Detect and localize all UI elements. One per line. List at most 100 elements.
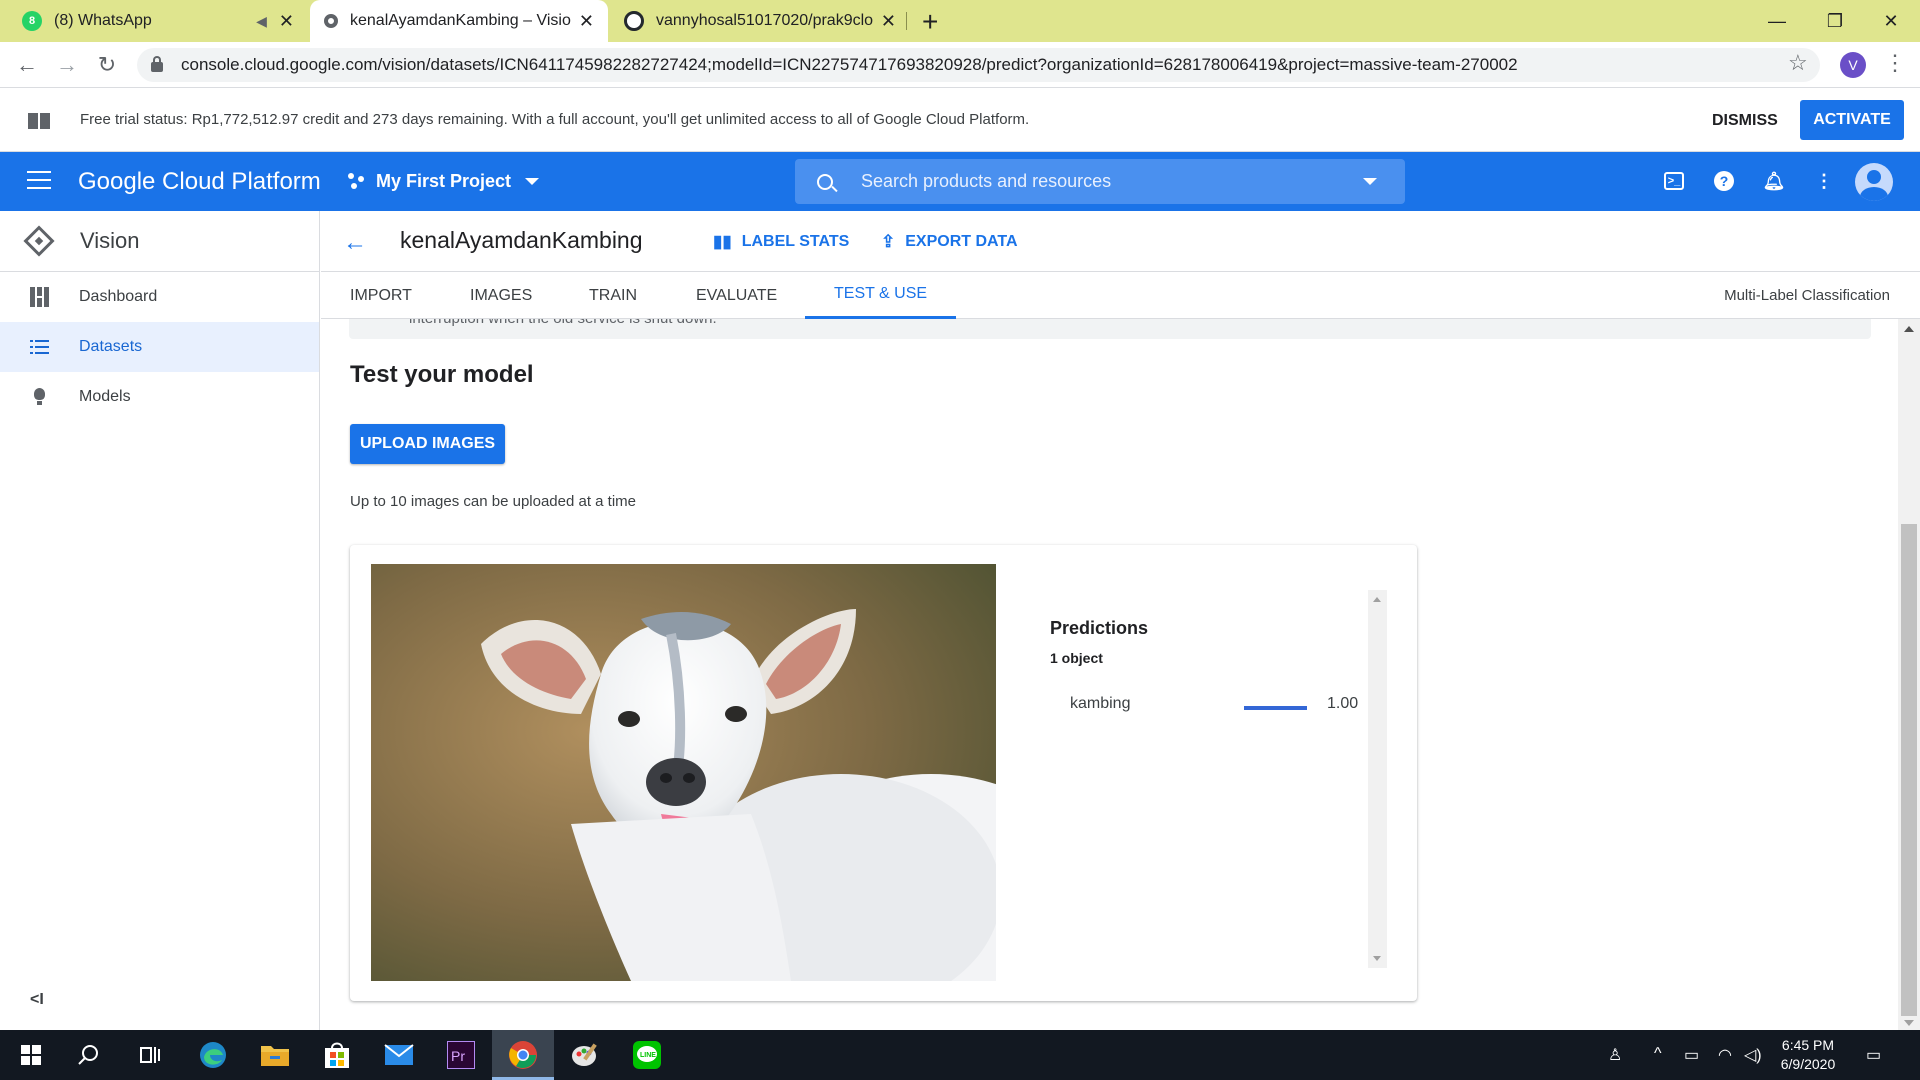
back-arrow-icon[interactable]: ← xyxy=(343,229,367,257)
line-app-icon[interactable]: LINE xyxy=(616,1030,678,1080)
browser-toolbar: ← → ↻ console.cloud.google.com/vision/da… xyxy=(0,42,1920,88)
chrome-menu-icon[interactable]: ⋮ xyxy=(1884,50,1906,76)
predictions-scrollbar[interactable] xyxy=(1368,590,1387,968)
activate-button[interactable]: ACTIVATE xyxy=(1800,100,1904,140)
close-tab-icon[interactable]: ✕ xyxy=(881,11,896,32)
help-icon[interactable]: ? xyxy=(1712,169,1736,193)
close-tab-icon[interactable]: ✕ xyxy=(279,11,294,32)
whatsapp-icon: 8 xyxy=(22,11,42,31)
task-view-icon[interactable] xyxy=(118,1030,180,1080)
bar-chart-icon: ▮▮ xyxy=(713,232,732,251)
sidebar-item-dashboard[interactable]: Dashboard xyxy=(0,272,319,322)
svg-text:Pr: Pr xyxy=(451,1048,465,1064)
prediction-score: 1.00 xyxy=(1327,695,1359,712)
tab-github[interactable]: vannyhosal51017020/prak9cloud ✕ xyxy=(610,0,910,42)
project-icon xyxy=(348,172,366,191)
model-type-label: Multi-Label Classification xyxy=(1724,287,1890,304)
main-content: ← kenalAyamdanKambing ▮▮ LABEL STATS ⇪ E… xyxy=(321,211,1920,1030)
action-center-icon[interactable]: ▭ xyxy=(1866,1045,1881,1065)
tab-train[interactable]: TRAIN xyxy=(589,272,637,319)
url-text: console.cloud.google.com/vision/datasets… xyxy=(181,55,1518,74)
premiere-pro-icon[interactable]: Pr xyxy=(430,1030,492,1080)
back-icon[interactable]: ← xyxy=(12,50,42,80)
sidebar-item-label: Dashboard xyxy=(79,288,158,305)
cloud-shell-icon[interactable]: >_ xyxy=(1662,169,1686,193)
list-icon xyxy=(30,337,50,357)
page-scrollbar[interactable] xyxy=(1898,319,1920,1030)
sidebar-item-datasets[interactable]: Datasets xyxy=(0,322,319,372)
label-stats-button[interactable]: ▮▮ LABEL STATS xyxy=(713,232,849,252)
gcp-settings-icon xyxy=(324,14,338,28)
chevron-down-icon[interactable] xyxy=(1363,178,1377,185)
more-options-icon[interactable]: ⋮ xyxy=(1812,169,1836,193)
windows-start-icon[interactable] xyxy=(0,1030,62,1080)
scroll-up-icon[interactable] xyxy=(1904,326,1914,332)
upload-icon: ⇪ xyxy=(881,232,896,251)
paint-icon[interactable] xyxy=(554,1030,616,1080)
gift-icon xyxy=(28,107,50,129)
export-data-button[interactable]: ⇪ EXPORT DATA xyxy=(881,232,1018,252)
export-data-label: EXPORT DATA xyxy=(905,233,1018,250)
gcp-header: Google Cloud Platform My First Project S… xyxy=(0,152,1920,211)
search-input[interactable]: Search products and resources xyxy=(861,171,1363,192)
clock-time: 6:45 PM xyxy=(1781,1037,1835,1053)
tab-whatsapp[interactable]: 8 (8) WhatsApp ◀︎ ✕ xyxy=(8,0,308,42)
scrollbar-thumb[interactable] xyxy=(1901,524,1917,1016)
wifi-icon[interactable]: ◠ xyxy=(1718,1045,1732,1065)
chevron-down-icon xyxy=(525,178,540,185)
hamburger-menu-icon[interactable] xyxy=(27,171,51,189)
upload-images-button[interactable]: UPLOAD IMAGES xyxy=(350,424,505,464)
tab-title: (8) WhatsApp xyxy=(54,12,152,29)
dismiss-button[interactable]: DISMISS xyxy=(1698,103,1792,139)
profile-avatar[interactable]: V xyxy=(1840,52,1866,78)
label-stats-label: LABEL STATS xyxy=(741,233,850,250)
tab-divider xyxy=(906,12,907,30)
close-tab-icon[interactable]: ✕ xyxy=(579,11,594,32)
address-bar[interactable]: console.cloud.google.com/vision/datasets… xyxy=(137,48,1820,82)
reload-icon[interactable]: ↻ xyxy=(92,50,122,80)
window-close-icon[interactable]: ✕ xyxy=(1862,0,1920,42)
file-explorer-icon[interactable] xyxy=(244,1030,306,1080)
sidebar-item-models[interactable]: Models xyxy=(0,372,319,422)
store-icon[interactable] xyxy=(306,1030,368,1080)
prediction-card: Predictions 1 object kambing 1.00 xyxy=(350,545,1417,1001)
svg-text:LINE: LINE xyxy=(640,1052,656,1059)
new-tab-icon[interactable]: + xyxy=(922,6,938,38)
clock-date: 6/9/2020 xyxy=(1780,1056,1836,1072)
scroll-down-icon[interactable] xyxy=(1373,956,1381,961)
chevron-up-icon[interactable]: ^ xyxy=(1654,1045,1662,1063)
collapse-sidebar-icon[interactable]: <I xyxy=(30,991,44,1009)
notifications-icon[interactable]: 🔔︎ xyxy=(1762,169,1786,193)
account-avatar[interactable] xyxy=(1855,163,1893,201)
tab-images[interactable]: IMAGES xyxy=(470,272,532,319)
tab-vision[interactable]: kenalAyamdanKambing – Vision ✕ xyxy=(310,0,608,42)
search-bar[interactable]: Search products and resources xyxy=(795,159,1405,204)
mail-icon[interactable] xyxy=(368,1030,430,1080)
tab-import[interactable]: IMPORT xyxy=(350,272,412,319)
vision-logo-icon xyxy=(23,225,55,257)
gcp-logo-text[interactable]: Google Cloud Platform xyxy=(78,168,321,196)
dataset-tabs: IMPORT IMAGES TRAIN EVALUATE TEST & USE … xyxy=(321,272,1920,319)
scroll-down-icon[interactable] xyxy=(1904,1020,1914,1026)
forward-icon[interactable]: → xyxy=(52,50,82,80)
system-clock[interactable]: 6:45 PM 6/9/2020 xyxy=(1770,1036,1846,1074)
edge-icon[interactable] xyxy=(182,1030,244,1080)
object-count: 1 object xyxy=(1050,650,1103,666)
battery-icon[interactable]: ▭ xyxy=(1684,1045,1699,1065)
restore-icon[interactable]: ❐ xyxy=(1806,0,1864,42)
volume-icon[interactable]: ◁) xyxy=(1744,1045,1762,1065)
chrome-icon[interactable] xyxy=(492,1030,554,1080)
search-icon[interactable] xyxy=(58,1030,120,1080)
mute-icon[interactable]: ◀︎ xyxy=(256,13,267,30)
bookmark-star-icon[interactable]: ☆ xyxy=(1788,50,1808,76)
people-icon[interactable]: ♙ xyxy=(1608,1045,1622,1065)
project-selector[interactable]: My First Project xyxy=(348,171,540,192)
tab-evaluate[interactable]: EVALUATE xyxy=(696,272,777,319)
minimize-icon[interactable]: — xyxy=(1748,0,1806,42)
browser-tab-strip: 8 (8) WhatsApp ◀︎ ✕ kenalAyamdanKambing … xyxy=(0,0,1920,42)
dashboard-icon xyxy=(30,287,50,307)
tab-test-and-use[interactable]: TEST & USE xyxy=(805,272,957,319)
scroll-up-icon[interactable] xyxy=(1373,597,1381,602)
goat-illustration xyxy=(371,564,996,981)
lightbulb-icon xyxy=(30,387,50,407)
